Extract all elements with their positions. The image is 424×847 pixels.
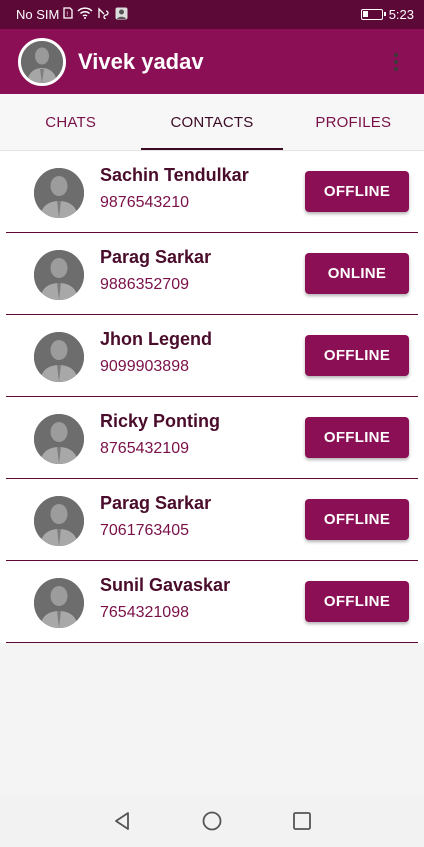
contact-avatar-icon <box>34 414 84 464</box>
notification-icon <box>115 7 128 23</box>
contact-phone: 7061763405 <box>100 522 189 539</box>
tab-label: CONTACTS <box>170 113 254 131</box>
svg-text:!: ! <box>66 11 68 18</box>
hotspot-icon <box>97 7 111 22</box>
contact-avatar-icon <box>34 496 84 546</box>
profile-avatar[interactable] <box>18 37 66 86</box>
home-circle-icon[interactable] <box>197 806 227 836</box>
contact-row[interactable]: Ricky Ponting 8765432109 OFFLINE <box>6 397 418 479</box>
tab-profiles[interactable]: PROFILES <box>283 94 424 150</box>
contact-phone: 9876543210 <box>100 194 189 211</box>
contact-row[interactable]: Sachin Tendulkar 9876543210 OFFLINE <box>6 151 418 233</box>
app-bar: Vivek yadav <box>0 29 424 94</box>
contact-row[interactable]: Jhon Legend 9099903898 OFFLINE <box>6 315 418 397</box>
battery-icon <box>360 9 386 20</box>
clock: 5:23 <box>388 7 414 22</box>
contact-name: Sunil Gavaskar <box>100 575 231 595</box>
contact-avatar-icon <box>34 250 84 300</box>
status-button[interactable]: OFFLINE <box>305 499 409 540</box>
contact-avatar-icon <box>34 332 84 382</box>
status-button[interactable]: OFFLINE <box>305 417 409 458</box>
carrier-label: No SIM <box>16 7 60 22</box>
status-bar-right: 5:23 <box>360 7 414 22</box>
contact-avatar-icon <box>34 578 84 628</box>
contact-avatar-icon <box>34 168 84 218</box>
contact-name: Jhon Legend <box>100 329 212 349</box>
contact-row[interactable]: Parag Sarkar 7061763405 OFFLINE <box>6 479 418 561</box>
status-bar-left: No SIM ! <box>16 7 128 23</box>
contact-phone: 7654321098 <box>100 604 189 621</box>
contact-phone: 9099903898 <box>100 358 189 375</box>
contact-name: Parag Sarkar <box>100 247 212 267</box>
tab-chats[interactable]: CHATS <box>0 94 141 150</box>
contact-name: Ricky Ponting <box>100 411 221 431</box>
back-triangle-icon[interactable] <box>107 806 137 836</box>
contact-name: Sachin Tendulkar <box>100 165 249 185</box>
contact-name: Parag Sarkar <box>100 493 212 513</box>
contact-phone: 9886352709 <box>100 276 189 293</box>
status-button[interactable]: OFFLINE <box>305 581 409 622</box>
page-title: Vivek yadav <box>78 48 204 74</box>
person-avatar-icon <box>21 40 63 83</box>
status-button[interactable]: OFFLINE <box>305 171 409 212</box>
contact-row[interactable]: Sunil Gavaskar 7654321098 OFFLINE <box>6 561 418 643</box>
recents-square-icon[interactable] <box>287 806 317 836</box>
tab-label: CHATS <box>45 113 97 131</box>
status-button[interactable]: ONLINE <box>305 253 409 294</box>
tab-contacts[interactable]: CONTACTS <box>141 94 283 150</box>
more-vert-icon[interactable] <box>386 47 406 77</box>
contacts-list: Sachin Tendulkar 9876543210 OFFLINE Para… <box>0 151 424 643</box>
tab-bar: CHATS CONTACTS PROFILES <box>0 94 424 151</box>
status-bar: No SIM ! 5:23 <box>0 0 424 29</box>
tab-label: PROFILES <box>315 113 392 131</box>
sim-card-icon: ! <box>63 7 73 22</box>
system-nav-bar <box>0 795 424 847</box>
wifi-icon <box>77 7 93 22</box>
status-button[interactable]: OFFLINE <box>305 335 409 376</box>
contact-row[interactable]: Parag Sarkar 9886352709 ONLINE <box>6 233 418 315</box>
contact-phone: 8765432109 <box>100 440 189 457</box>
